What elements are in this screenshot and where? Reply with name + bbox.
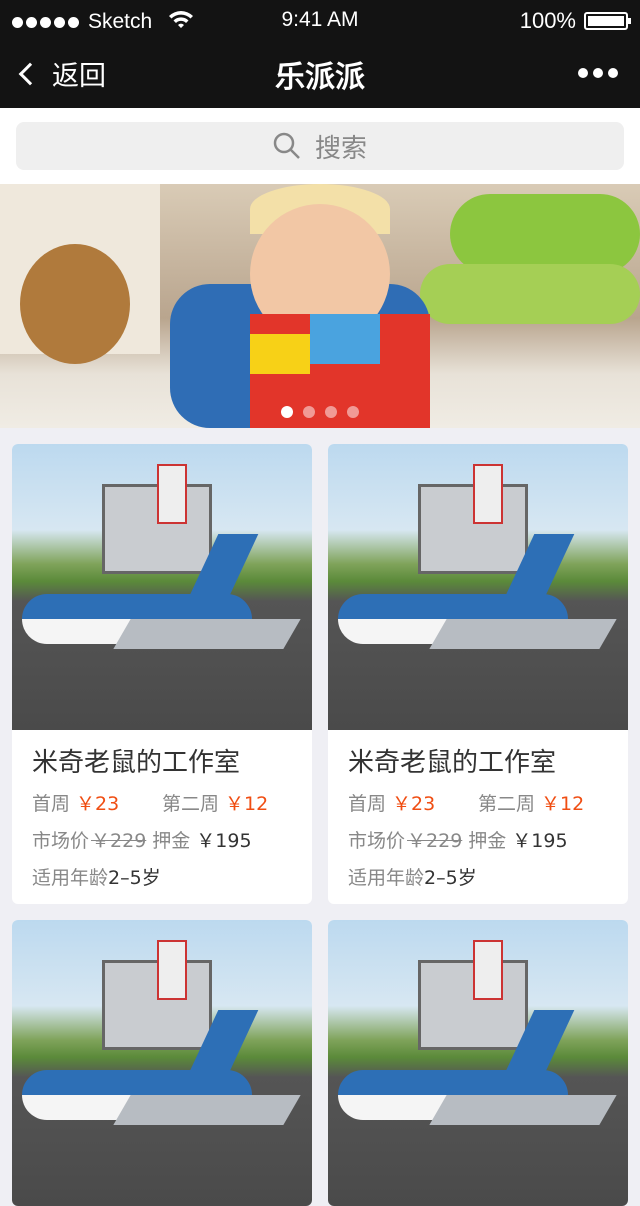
search-input[interactable]: 搜索 — [16, 122, 624, 170]
product-image — [328, 920, 628, 1206]
second-week-price: ￥12 — [541, 793, 585, 815]
age-range: 2–5岁 — [424, 867, 477, 889]
top-bar: Sketch 9:41 AM 100% 返回 乐派派 — [0, 0, 640, 108]
second-week-price: ￥12 — [225, 793, 269, 815]
first-week-price: ￥23 — [392, 793, 436, 815]
more-button[interactable] — [578, 68, 618, 78]
age-label: 适用年龄 — [348, 867, 425, 889]
deposit: ￥195 — [196, 830, 252, 852]
page-title: 乐派派 — [275, 60, 365, 95]
product-card[interactable] — [12, 920, 312, 1206]
battery-icon — [584, 12, 631, 30]
first-week-label: 首周 — [348, 793, 387, 815]
deposit: ￥195 — [512, 830, 568, 852]
product-name: 米奇老鼠的工作室 — [32, 748, 241, 778]
carousel-dot[interactable] — [325, 406, 337, 418]
market-price: ￥229 — [407, 830, 463, 852]
product-image — [328, 444, 628, 730]
first-week-price: ￥23 — [76, 793, 120, 815]
carousel-dot[interactable] — [281, 406, 293, 418]
carousel-dot[interactable] — [303, 406, 315, 418]
second-week-label: 第二周 — [478, 793, 536, 815]
deposit-label: 押金 — [468, 830, 507, 852]
product-card[interactable]: 米奇老鼠的工作室 首周 ￥23 第二周 ￥12 市场价 ￥229 押金 ￥195 适用年龄 2… — [328, 444, 628, 904]
market-price: ￥229 — [91, 830, 147, 852]
market-price-label: 市场价 — [32, 830, 90, 852]
product-card[interactable] — [328, 920, 628, 1206]
age-label: 适用年龄 — [32, 867, 109, 889]
product-card[interactable]: 米奇老鼠的工作室 首周 ￥23 第二周 ￥12 市场价 ￥229 押金 ￥195 适用年龄 2… — [12, 444, 312, 904]
product-image — [12, 920, 312, 1206]
battery-percent: 100% — [519, 8, 576, 33]
market-price-label: 市场价 — [348, 830, 406, 852]
deposit-label: 押金 — [152, 830, 191, 852]
first-week-label: 首周 — [32, 793, 71, 815]
age-range: 2–5岁 — [108, 867, 161, 889]
banner-carousel[interactable] — [0, 184, 640, 428]
status-bar: Sketch 9:41 AM 100% — [0, 6, 640, 36]
search-section: 搜索 — [0, 108, 640, 184]
carousel-indicators — [0, 406, 640, 418]
second-week-label: 第二周 — [162, 793, 220, 815]
product-name: 米奇老鼠的工作室 — [348, 748, 557, 778]
carousel-dot[interactable] — [347, 406, 359, 418]
product-image — [12, 444, 312, 730]
search-icon — [273, 132, 300, 159]
search-placeholder: 搜索 — [314, 133, 367, 164]
